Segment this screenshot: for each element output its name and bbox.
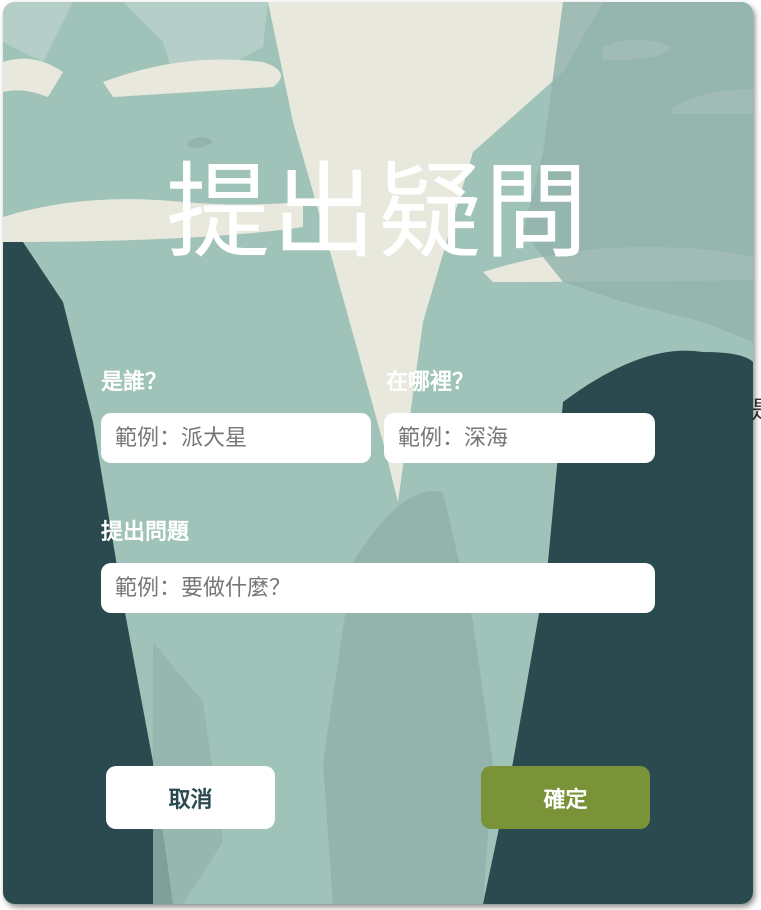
who-input[interactable] [101,413,371,463]
ask-question-dialog: 提出疑問 是誰？ 在哪裡？ 提出問題 取消 確定 [3,2,753,904]
who-label: 是誰？ [101,370,168,395]
question-input[interactable] [101,563,655,613]
question-label: 提出問題 [101,520,190,545]
cancel-button[interactable]: 取消 [106,766,275,829]
where-label: 在哪裡？ [386,370,475,395]
dialog-title: 提出疑問 [165,151,590,273]
where-input[interactable] [384,413,655,463]
confirm-button[interactable]: 確定 [481,766,650,829]
